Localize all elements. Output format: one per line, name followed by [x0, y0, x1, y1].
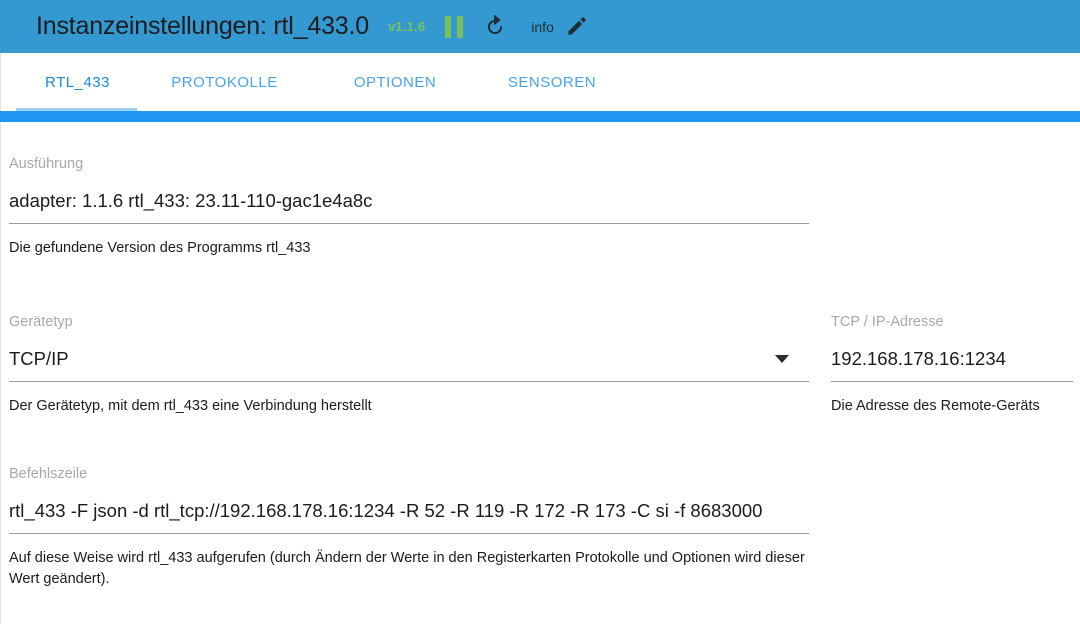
window-titlebar: Instanzeinstellungen: rtl_433.0 v1.1.6 i… [0, 0, 1080, 53]
pause-icon[interactable] [445, 15, 464, 38]
tab-bar: RTL_433 PROTOKOLLE OPTIONEN SENSOREN [0, 53, 1080, 111]
field-geraetetyp-help: Der Gerätetyp, mit dem rtl_433 eine Verb… [9, 398, 372, 414]
field-befehlszeile-help: Auf diese Weise wird rtl_433 aufgerufen … [9, 550, 805, 587]
field-befehlszeile-underline [9, 533, 809, 534]
version-badge: v1.1.6 [387, 19, 426, 34]
befehlszeile-input[interactable]: rtl_433 -F json -d rtl_tcp://192.168.178… [9, 500, 809, 522]
info-button[interactable]: info [531, 19, 554, 35]
instance-settings-window: Instanzeinstellungen: rtl_433.0 v1.1.6 i… [0, 0, 1080, 624]
geraetetyp-selected-value: TCP/IP [9, 348, 69, 369]
field-geraetetyp: Gerätetyp TCP/IP Der Gerätetyp, mit dem … [9, 314, 809, 417]
tcp-ip-address-input[interactable]: 192.168.178.16:1234 [831, 348, 1073, 370]
refresh-icon-glyph [488, 14, 503, 34]
field-befehlszeile-label: Befehlszeile [9, 466, 88, 482]
refresh-icon[interactable] [483, 14, 507, 39]
field-geraetetyp-label: Gerätetyp [9, 314, 73, 330]
field-tcp-ip-label: TCP / IP-Adresse [831, 314, 944, 330]
page-title: Instanzeinstellungen: rtl_433.0 [36, 12, 369, 40]
field-tcp-ip-help: Die Adresse des Remote-Geräts [831, 398, 1040, 414]
field-ausfuehrung: Ausführung adapter: 1.1.6 rtl_433: 23.11… [9, 156, 809, 259]
loading-progress-bar [0, 111, 1080, 122]
chevron-down-icon[interactable] [775, 355, 789, 363]
geraetetyp-select[interactable]: TCP/IP [9, 348, 809, 370]
tab-sensoren[interactable]: SENSOREN [482, 53, 622, 111]
field-ausfuehrung-underline [9, 223, 809, 224]
field-tcp-ip-address: TCP / IP-Adresse 192.168.178.16:1234 Die… [831, 314, 1073, 417]
field-geraetetyp-underline [9, 381, 809, 382]
field-ausfuehrung-value[interactable]: adapter: 1.1.6 rtl_433: 23.11-110-gac1e4… [9, 190, 809, 212]
tab-optionen[interactable]: OPTIONEN [325, 53, 465, 111]
field-tcp-ip-underline [831, 381, 1073, 382]
field-ausfuehrung-label: Ausführung [9, 156, 84, 172]
pencil-icon-glyph [568, 17, 586, 35]
tab-rtl-433[interactable]: RTL_433 [17, 53, 138, 111]
settings-content: Ausführung adapter: 1.1.6 rtl_433: 23.11… [0, 122, 1080, 624]
field-ausfuehrung-help: Die gefundene Version des Programms rtl_… [9, 240, 311, 256]
pencil-icon[interactable] [566, 16, 587, 37]
pause-icon-glyph [445, 15, 464, 38]
field-befehlszeile: Befehlszeile rtl_433 -F json -d rtl_tcp:… [9, 466, 809, 589]
tab-protokolle[interactable]: PROTOKOLLE [152, 53, 297, 111]
